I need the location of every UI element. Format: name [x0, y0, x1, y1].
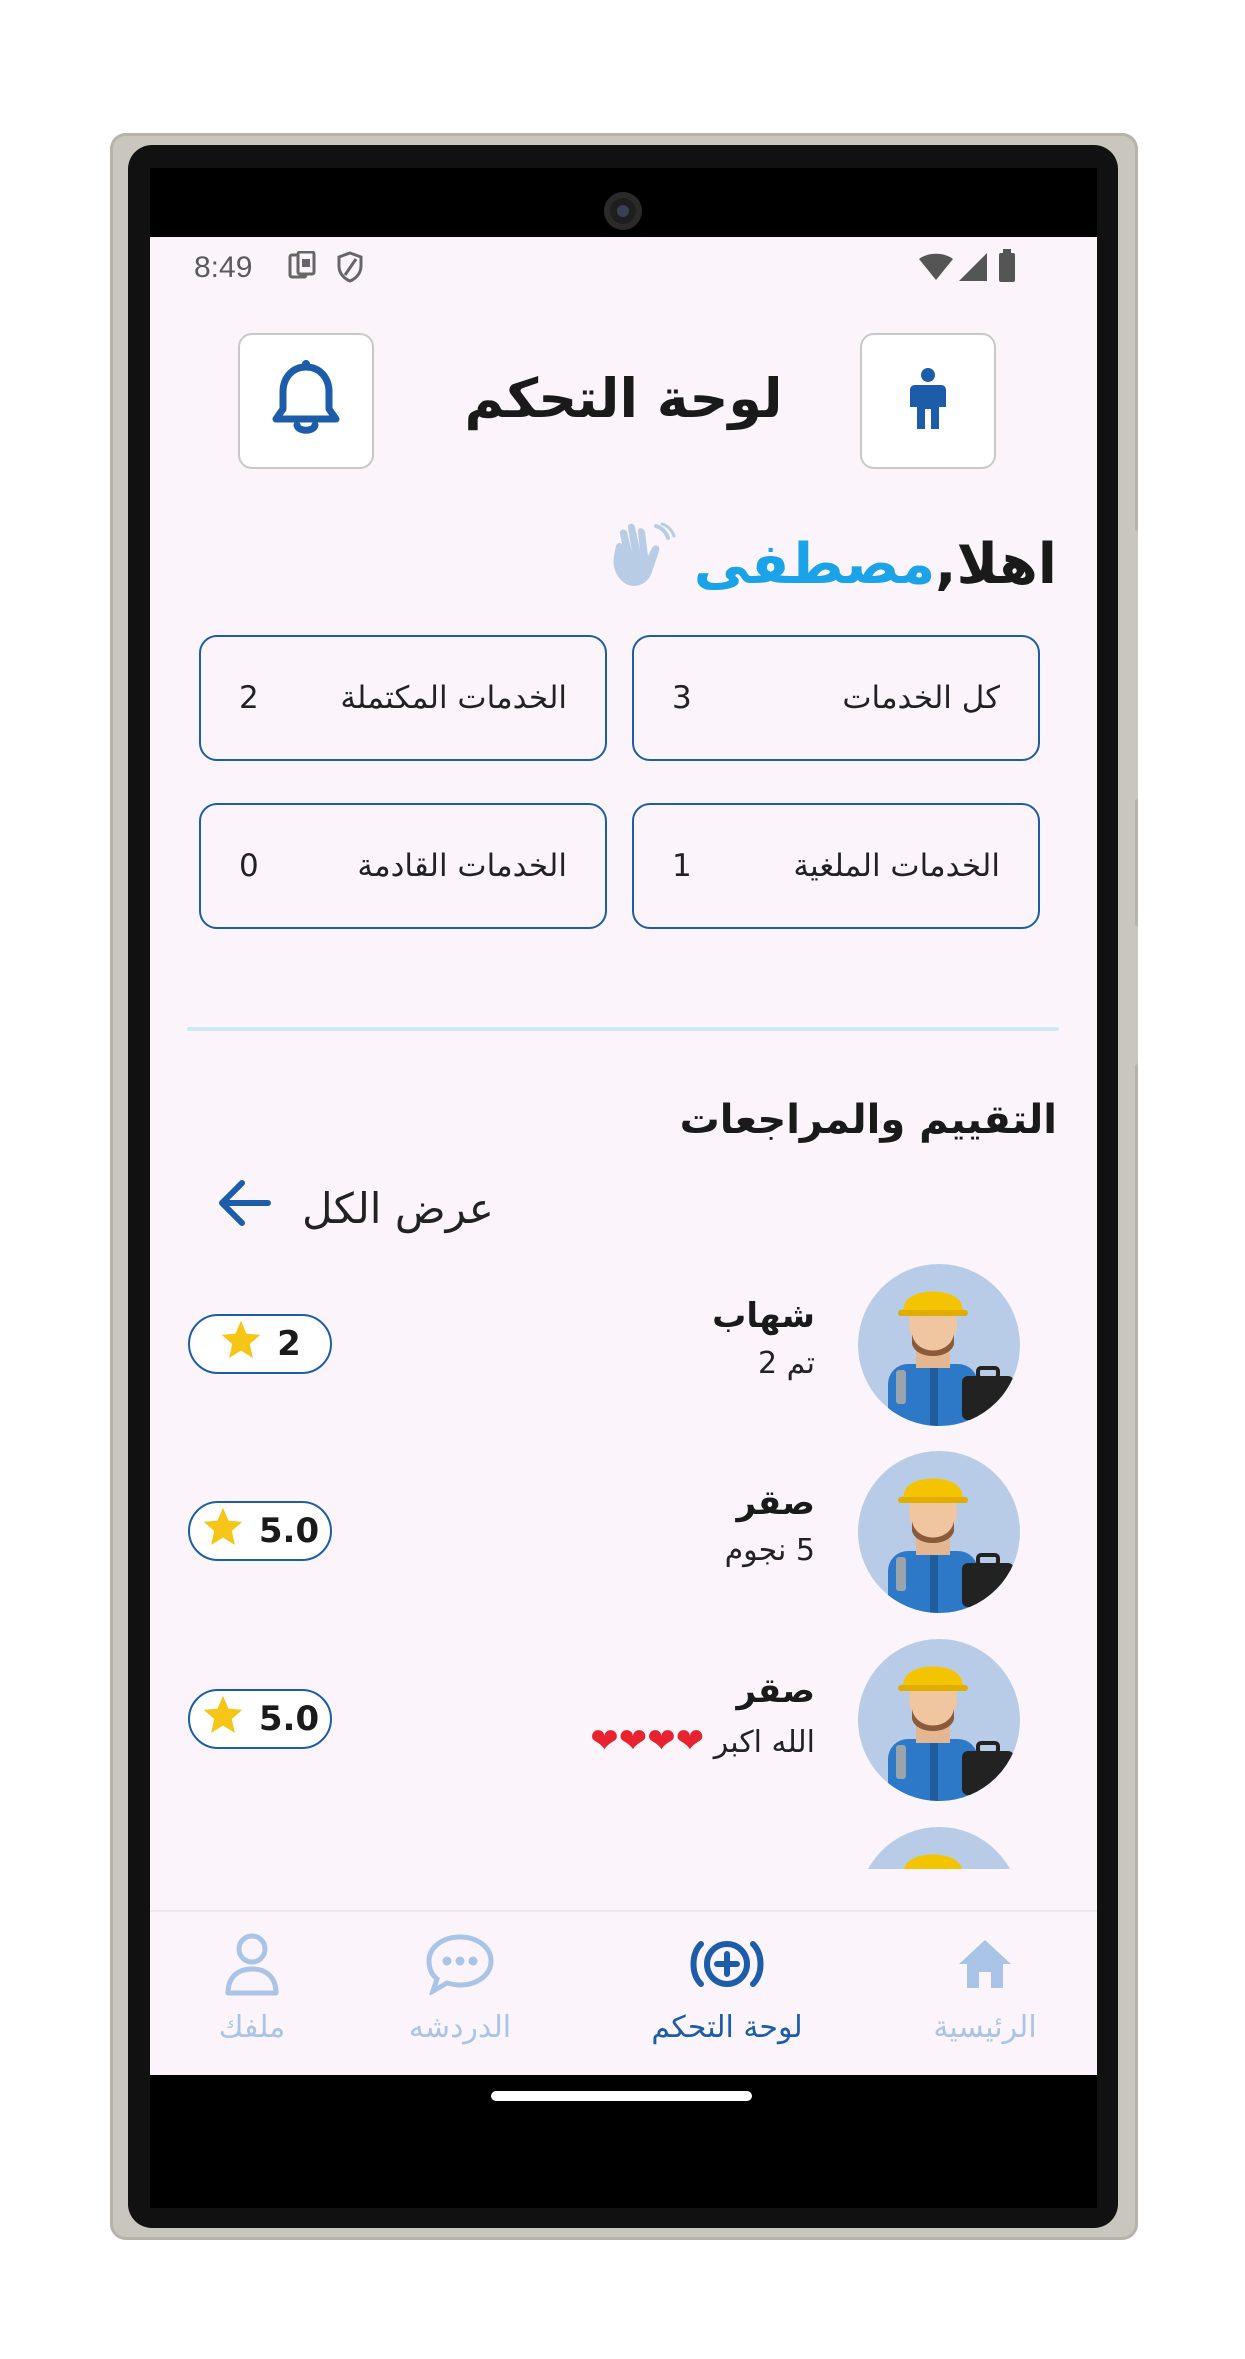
stat-cancelled-services[interactable]: الخدمات الملغية 1: [632, 803, 1040, 929]
stat-label: الخدمات القادمة: [357, 848, 567, 884]
rating-value: 5.0: [258, 1511, 320, 1551]
stat-label: الخدمات الملغية: [793, 848, 1000, 884]
page-title: لوحة التحكم: [464, 367, 783, 430]
section-divider: [187, 1027, 1059, 1031]
see-all-label: عرض الكل: [302, 1183, 494, 1233]
review-item[interactable]: شهاب تم 2 2: [150, 1264, 1097, 1429]
reviewer-name: صقر: [736, 1671, 815, 1711]
stat-all-services[interactable]: كل الخدمات 3: [632, 635, 1040, 761]
status-bar: 8:49: [150, 237, 1097, 297]
nav-dashboard[interactable]: لوحة التحكم: [637, 1932, 817, 2045]
nav-label: ملفك: [218, 2010, 286, 2045]
battery-icon: [998, 249, 1016, 288]
nav-chat[interactable]: الدردشه: [370, 1932, 550, 2045]
review-text: تم 2: [758, 1346, 815, 1381]
rating-value: 2: [277, 1324, 301, 1364]
nav-label: الدردشه: [408, 2010, 512, 2045]
arrow-left-icon: [216, 1177, 272, 1239]
nav-home[interactable]: الرئيسية: [895, 1932, 1075, 2045]
rating-value: 5.0: [258, 1699, 320, 1739]
hearts-emoji: ❤❤❤❤: [590, 1721, 705, 1761]
stat-upcoming-services[interactable]: الخدمات القادمة 0: [199, 803, 607, 929]
status-time: 8:49: [194, 251, 253, 284]
chat-icon: [425, 1933, 495, 2003]
user-icon: [222, 1931, 282, 2005]
nav-label: لوحة التحكم: [651, 2010, 803, 2045]
stat-label: الخدمات المكتملة: [340, 680, 567, 716]
stat-count: 0: [239, 848, 259, 884]
see-all-link[interactable]: عرض الكل: [216, 1177, 494, 1239]
greeting-hello: اهلا,: [935, 531, 1057, 597]
greeting: اهلا, مصطفى: [606, 522, 1057, 606]
greeting-user-name: مصطفى: [693, 531, 936, 597]
bottom-navigation: الرئيسية لوحة التحكم الدردشه ملفك: [150, 1910, 1097, 2075]
stat-count: 3: [672, 680, 692, 716]
worker-avatar: [858, 1264, 1020, 1426]
side-button: [1130, 530, 1138, 800]
review-item-partial[interactable]: [150, 1827, 1097, 1869]
review-text: 5 نجوم: [724, 1533, 815, 1568]
waving-hand-icon: [606, 522, 676, 606]
nav-profile[interactable]: ملفك: [162, 1932, 342, 2045]
review-item[interactable]: صقر الله اكبر ❤❤❤❤ 5.0: [150, 1639, 1097, 1804]
review-text: الله اكبر ❤❤❤❤: [590, 1721, 815, 1761]
rating-badge: 5.0: [188, 1689, 332, 1749]
stat-completed-services[interactable]: الخدمات المكتملة 2: [199, 635, 607, 761]
app-screen: 8:49 لوحة التحكم اهلا, مصطفى كل الخدمات …: [150, 237, 1097, 2075]
stat-count: 1: [672, 848, 692, 884]
sim-icon: [288, 250, 316, 286]
notifications-button[interactable]: [238, 333, 374, 469]
star-icon: [201, 1693, 245, 1746]
worker-avatar: [858, 1451, 1020, 1613]
reviews-section-title: التقييم والمراجعات: [679, 1097, 1057, 1143]
home-icon: [955, 1936, 1015, 2000]
worker-avatar: [858, 1827, 1020, 1869]
dashboard-plus-icon: [689, 1936, 765, 2000]
front-camera: [604, 192, 642, 230]
reviewer-name: شهاب: [712, 1296, 815, 1336]
stat-count: 2: [239, 680, 259, 716]
rating-badge: 5.0: [188, 1501, 332, 1561]
profile-button[interactable]: [860, 333, 996, 469]
person-icon: [903, 367, 953, 435]
rating-badge: 2: [188, 1314, 332, 1374]
review-item[interactable]: صقر 5 نجوم 5.0: [150, 1451, 1097, 1616]
star-icon: [219, 1318, 263, 1371]
signal-icon: [958, 253, 988, 286]
bell-icon: [268, 359, 344, 443]
reviewer-name: صقر: [736, 1483, 815, 1523]
wifi-icon: [918, 253, 954, 286]
home-indicator[interactable]: [491, 2091, 752, 2101]
stat-label: كل الخدمات: [842, 680, 1000, 716]
review-text-words: الله اكبر: [713, 1725, 815, 1760]
shield-icon: [336, 251, 364, 288]
nav-label: الرئيسية: [933, 2010, 1037, 2045]
star-icon: [201, 1505, 245, 1558]
side-button: [1130, 925, 1138, 1065]
worker-avatar: [858, 1639, 1020, 1801]
